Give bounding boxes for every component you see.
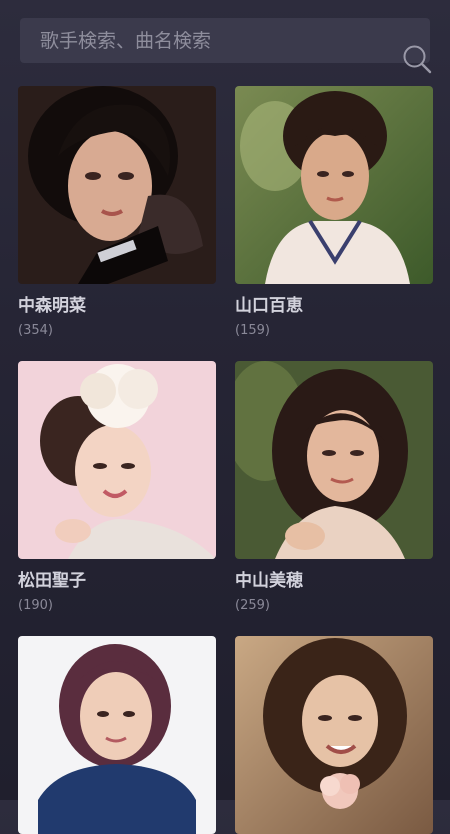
artist-photo[interactable] — [18, 636, 216, 834]
search-bar[interactable] — [20, 18, 432, 74]
artist-name: 松田聖子 — [18, 571, 86, 591]
artist-name: 山口百恵 — [235, 296, 303, 316]
search-icon[interactable] — [402, 44, 432, 74]
artist-photo[interactable] — [18, 361, 216, 559]
artist-song-count: (354) — [18, 323, 53, 338]
search-input[interactable] — [20, 18, 380, 63]
artist-photo[interactable] — [235, 361, 433, 559]
artist-photo[interactable] — [235, 86, 433, 284]
artist-song-count: (159) — [235, 323, 270, 338]
artist-name: 中森明菜 — [18, 296, 86, 316]
artist-name: 中山美穂 — [235, 571, 303, 591]
artist-photo[interactable] — [235, 636, 433, 834]
artist-song-count: (190) — [18, 598, 53, 613]
artist-song-count: (259) — [235, 598, 270, 613]
artist-photo[interactable] — [18, 86, 216, 284]
